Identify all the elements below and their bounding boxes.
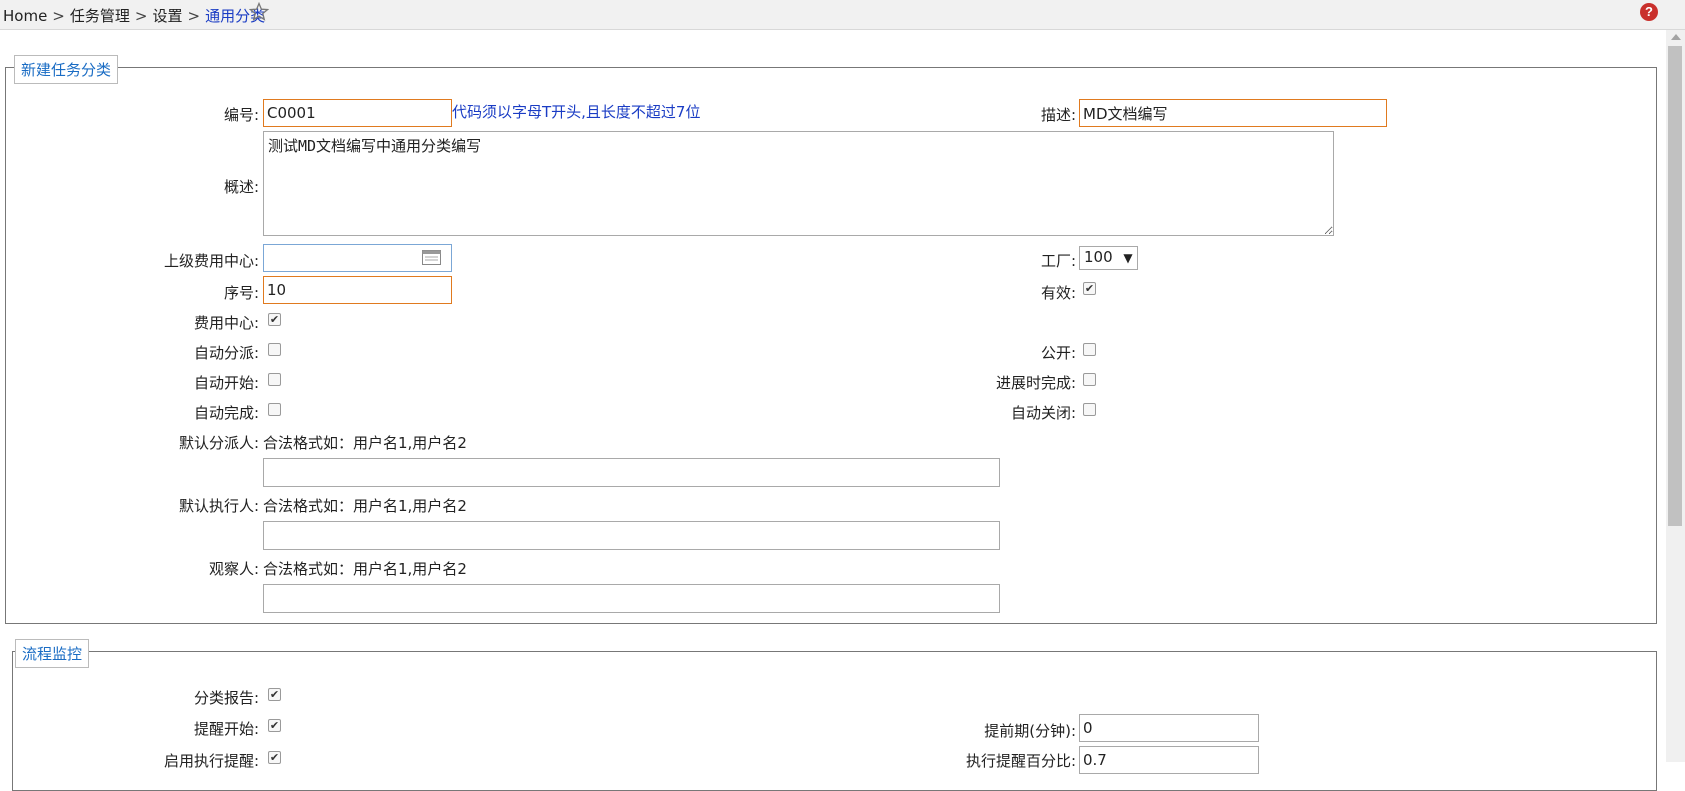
public-label: 公开: (1040, 344, 1076, 362)
exec-remind-label: 启用执行提醒: (163, 752, 259, 770)
public-checkbox[interactable] (1083, 343, 1096, 356)
factory-select-value: 100 (1084, 248, 1113, 266)
auto-close-checkbox[interactable] (1083, 403, 1096, 416)
process-monitoring-legend: 流程监控 (15, 639, 90, 668)
progress-complete-checkbox[interactable] (1083, 373, 1096, 386)
sequence-input[interactable] (263, 276, 452, 304)
sequence-label: 序号: (223, 284, 259, 302)
exec-remind-percent-label: 执行提醒百分比: (965, 752, 1076, 770)
advance-minutes-label: 提前期(分钟): (984, 722, 1076, 740)
breadcrumb-separator: > (134, 7, 148, 25)
cost-center-label: 费用中心: (193, 314, 259, 332)
scroll-up-arrow-icon[interactable] (1671, 34, 1681, 40)
default-executor-format-hint: 合法格式如：用户名1,用户名2 (263, 497, 467, 515)
default-assigner-label: 默认分派人: (178, 434, 259, 452)
scrollbar-thumb[interactable] (1668, 46, 1682, 526)
help-icon[interactable]: ? (1640, 3, 1658, 21)
observer-format-hint: 合法格式如：用户名1,用户名2 (263, 560, 467, 578)
exec-remind-checkbox[interactable]: ✔ (268, 751, 281, 764)
auto-start-label: 自动开始: (193, 374, 259, 392)
default-executor-label: 默认执行人: (178, 497, 259, 515)
default-assigner-input[interactable] (263, 458, 1000, 487)
cost-center-checkbox[interactable]: ✔ (268, 313, 281, 326)
summary-label: 概述: (223, 178, 259, 196)
default-assigner-format-hint: 合法格式如：用户名1,用户名2 (263, 434, 467, 452)
factory-select[interactable]: 100 ▼ (1079, 246, 1138, 270)
breadcrumb-bar: Home > 任务管理 > 设置 > 通用分类 ? (0, 0, 1685, 30)
factory-label: 工厂: (1040, 252, 1076, 270)
observer-input[interactable] (263, 584, 1000, 613)
category-report-checkbox[interactable]: ✔ (268, 688, 281, 701)
auto-complete-checkbox[interactable] (268, 403, 281, 416)
remind-start-label: 提醒开始: (193, 720, 259, 738)
advance-minutes-input[interactable] (1079, 714, 1259, 742)
valid-label: 有效: (1040, 284, 1076, 302)
new-task-category-legend: 新建任务分类 (14, 55, 119, 84)
parent-cost-center-label: 上级费用中心: (163, 252, 259, 270)
code-hint: 代码须以字母T开头,且长度不超过7位 (452, 103, 701, 121)
auto-close-label: 自动关闭: (1010, 404, 1076, 422)
chevron-down-icon: ▼ (1123, 251, 1133, 265)
summary-textarea[interactable]: 测试MD文档编写中通用分类编写 (263, 131, 1334, 236)
auto-start-checkbox[interactable] (268, 373, 281, 386)
breadcrumb-task-management[interactable]: 任务管理 (70, 7, 130, 25)
vertical-scrollbar[interactable] (1666, 30, 1685, 762)
default-executor-input[interactable] (263, 521, 1000, 550)
exec-remind-percent-input[interactable] (1079, 746, 1259, 774)
auto-assign-label: 自动分派: (193, 344, 259, 362)
progress-complete-label: 进展时完成: (995, 374, 1076, 392)
calendar-icon[interactable] (422, 250, 441, 265)
breadcrumb-settings[interactable]: 设置 (152, 7, 182, 25)
auto-assign-checkbox[interactable] (268, 343, 281, 356)
auto-complete-label: 自动完成: (193, 404, 259, 422)
observer-label: 观察人: (208, 560, 259, 578)
code-label: 编号: (223, 106, 259, 124)
description-label: 描述: (1040, 106, 1076, 124)
code-input[interactable] (263, 99, 452, 127)
valid-checkbox[interactable]: ✔ (1083, 282, 1096, 295)
star-outline-icon[interactable] (249, 2, 269, 22)
breadcrumb: Home > 任务管理 > 设置 > 通用分类 (3, 5, 265, 26)
remind-start-checkbox[interactable]: ✔ (268, 719, 281, 732)
breadcrumb-separator: > (187, 7, 201, 25)
breadcrumb-home[interactable]: Home (3, 7, 47, 25)
breadcrumb-separator: > (52, 7, 65, 25)
category-report-label: 分类报告: (193, 689, 259, 707)
description-input[interactable] (1079, 99, 1387, 127)
